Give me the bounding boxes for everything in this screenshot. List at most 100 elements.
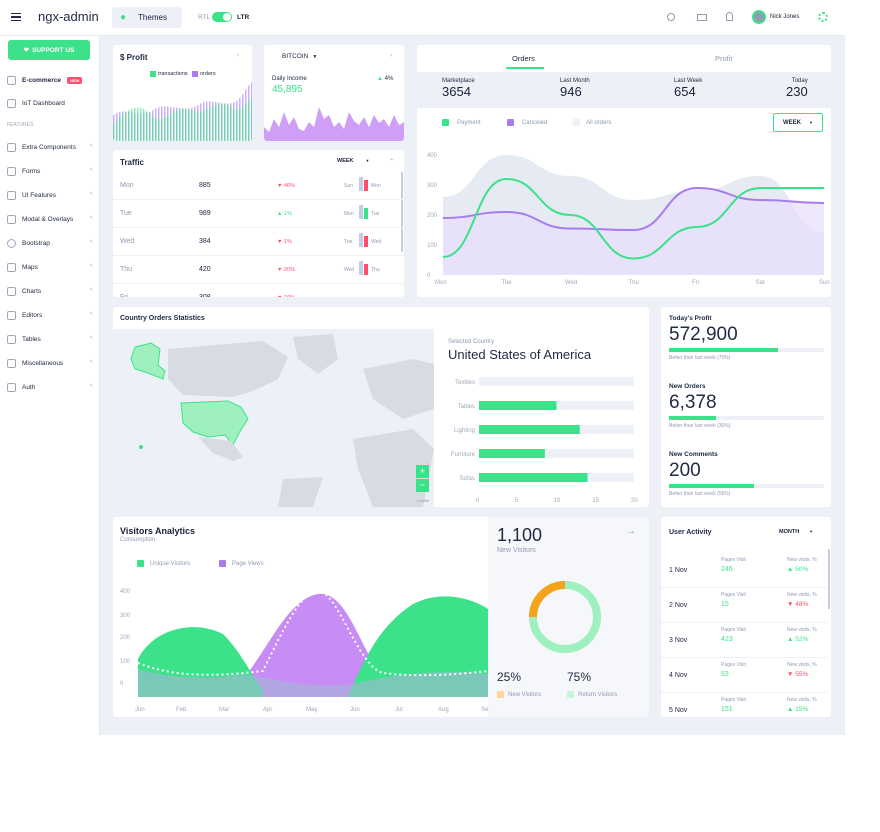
income-area <box>264 107 404 141</box>
bell-icon[interactable] <box>726 12 733 21</box>
search-icon[interactable] <box>667 13 675 21</box>
traffic-card: Traffic WEEK ▼ ⌃ Mon 885 ▼ 46% Sun Mon Tue 989 ▲… <box>113 150 404 297</box>
x-tick-label: Tue <box>502 280 513 286</box>
sidebar-item-extra[interactable]: Extra Components <box>7 143 76 152</box>
menu-icon[interactable] <box>11 13 21 21</box>
new-badge: NEW <box>67 77 83 84</box>
new-visits-value: ▲ 50% <box>787 566 809 573</box>
daily-income-value: 45,895 <box>272 84 303 95</box>
brand-logo[interactable]: ngx-admin <box>38 9 99 24</box>
direction-toggle[interactable] <box>212 12 232 22</box>
bitcoin-select[interactable]: BITCOIN ▼ <box>282 53 317 60</box>
legend-orders: orders <box>192 71 216 77</box>
compare-bar-prev <box>359 177 363 191</box>
stat-progress-fill <box>669 348 778 352</box>
sidebar-item-auth[interactable]: Auth <box>7 383 35 392</box>
sidebar-item-misc[interactable]: Miscellaneous <box>7 359 63 368</box>
month-label: Aug <box>438 707 449 713</box>
x-tick-label: Wed <box>565 280 577 286</box>
caret-down-icon: ▼ <box>809 120 813 125</box>
user-name[interactable]: Nick Jones <box>770 14 799 20</box>
new-visits-value: ▲ 52% <box>787 636 809 643</box>
y-tick-label: 0 <box>120 681 124 687</box>
sidebar-item-tables[interactable]: Tables <box>7 335 41 344</box>
sidebar-item-bootstrap[interactable]: Bootstrap <box>7 239 50 248</box>
month-select[interactable]: MONTH ▼ <box>779 529 813 535</box>
theme-button[interactable]: ● Themes <box>112 7 182 28</box>
stat-last-month: Last Month 946 <box>560 78 590 99</box>
stat-note: Better than last week (55%) <box>669 491 731 497</box>
compare-to: Wed <box>371 239 382 245</box>
stats-card: Today's Profit 572,900 Better than last we… <box>661 307 831 507</box>
settings-icon[interactable] <box>818 12 828 22</box>
y-tick-label: 0 <box>427 273 431 279</box>
home-icon <box>7 99 16 108</box>
x-tick-label: Sat <box>756 280 765 286</box>
stat-label: New Comments <box>669 451 718 458</box>
tab-profit[interactable]: Profit <box>715 54 733 63</box>
sidebar-item-ecommerce[interactable]: E-commerce NEW <box>7 76 83 85</box>
bar <box>479 401 557 410</box>
avatar[interactable] <box>752 10 766 24</box>
month-label: Jul <box>395 707 403 713</box>
chevron-left-icon: ‹ <box>90 214 93 221</box>
sidebar-item-label: IoT Dashboard <box>22 100 65 107</box>
month-label: Jun <box>350 707 360 713</box>
mail-icon[interactable] <box>697 14 707 21</box>
user-activity-card: User Activity MONTH ▼ 1 Nov Pages Visit 246… <box>661 517 831 717</box>
sidebar-item-label: UI Features <box>22 192 56 199</box>
traffic-week-select[interactable]: WEEK ▼ <box>337 158 369 164</box>
legend-new-visitors: New Visitors <box>497 691 541 698</box>
tab-orders[interactable]: Orders <box>512 54 535 63</box>
table-icon <box>7 335 16 344</box>
pages-visit-value: 53 <box>721 671 729 678</box>
sidebar-group-features: FEATURES <box>7 122 34 128</box>
rtl-label: RTL <box>198 14 211 21</box>
map-area[interactable]: + − Leaflet <box>113 329 434 507</box>
x-tick-label: Fri <box>692 280 699 286</box>
compare-bar-cur <box>364 264 368 275</box>
chevron-right-icon[interactable]: › <box>237 53 239 59</box>
sidebar-item-modal[interactable]: Modal & Overlays <box>7 215 73 224</box>
sidebar-item-iot[interactable]: IoT Dashboard <box>7 99 65 108</box>
sidebar-item-label: Editors <box>22 312 43 319</box>
new-visits-value: ▼ 55% <box>787 671 809 678</box>
stat-item: New Orders 6,378 Better than last week (30… <box>669 383 824 429</box>
sidebar-item-forms[interactable]: Forms <box>7 167 40 176</box>
table-row: Mon 885 ▼ 46% Sun Mon <box>113 172 403 200</box>
pages-visit-label: Pages Visit <box>721 697 746 703</box>
activity-scrollbar[interactable] <box>828 549 830 609</box>
theme-label: Themes <box>138 13 167 22</box>
stat-note: Better than last week (30%) <box>669 423 731 429</box>
sidebar-item-ui[interactable]: UI Features <box>7 191 56 200</box>
sidebar-item-maps[interactable]: Maps <box>7 263 38 272</box>
chevron-left-icon: ‹ <box>90 358 93 365</box>
usa-shape <box>180 400 249 446</box>
world-map <box>130 334 434 507</box>
support-us-button[interactable]: ❤ SUPPORT US <box>8 40 90 60</box>
month-label: Apr <box>263 707 272 713</box>
zoom-in-button[interactable]: + <box>416 465 429 478</box>
category-label: Furniture <box>451 452 476 458</box>
daily-income-label: Daily Income <box>272 76 307 82</box>
alaska-shape <box>130 342 166 380</box>
sidebar-item-charts[interactable]: Charts <box>7 287 41 296</box>
table-row: 2 Nov Pages Visit 15 New visits, % ▼ 48% <box>661 588 827 623</box>
week-select[interactable]: WEEK ▼ <box>773 113 823 132</box>
compare-from: Mon <box>344 211 354 217</box>
chevron-up-icon[interactable]: ⌃ <box>389 158 394 165</box>
leaflet-attribution[interactable]: Leaflet <box>417 498 429 503</box>
x-tick-label: Sun <box>819 280 830 286</box>
bar-track <box>479 377 634 386</box>
edit-icon <box>7 167 16 176</box>
new-visits-label: New visits, % <box>787 557 817 563</box>
activity-date: 5 Nov <box>669 707 688 714</box>
stat-progress-track <box>669 348 824 352</box>
zoom-out-button[interactable]: − <box>416 479 429 492</box>
arrow-right-icon[interactable]: → <box>626 526 636 537</box>
stat-progress-track <box>669 416 824 420</box>
card-title: Traffic <box>120 158 145 167</box>
chevron-right-icon[interactable]: › <box>390 53 392 59</box>
selected-country-label: Selected Country <box>448 339 495 345</box>
sidebar-item-editors[interactable]: Editors <box>7 311 42 320</box>
